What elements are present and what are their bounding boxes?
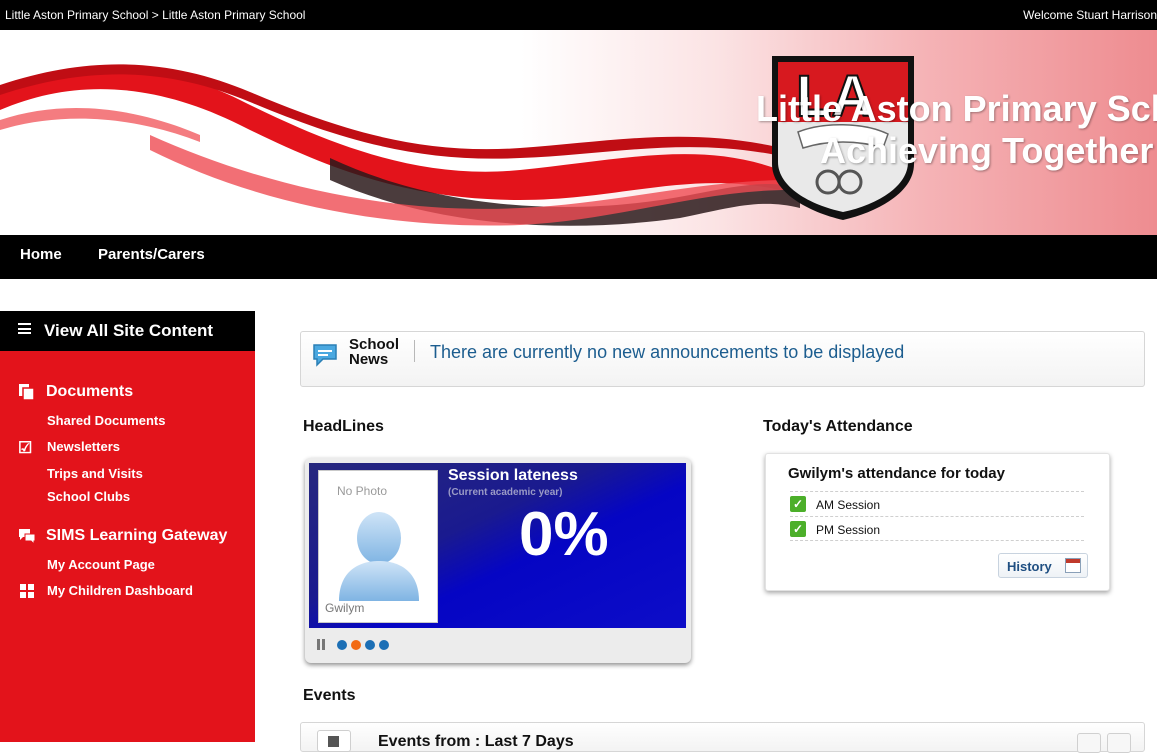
sidebar-section-documents[interactable]: Documents xyxy=(46,383,133,401)
school-news-label: School xyxy=(349,336,400,353)
pause-icon[interactable] xyxy=(317,639,325,650)
news-message: There are currently no new announcements… xyxy=(430,342,905,362)
attendance-row: ✓ AM Session xyxy=(790,491,1084,516)
dashboard-grid-icon xyxy=(20,584,34,598)
calendar-icon xyxy=(1065,558,1081,573)
sidebar-item-shared-documents[interactable]: Shared Documents xyxy=(47,413,165,428)
school-name: Little Aston Primary School xyxy=(756,88,1157,129)
headline-title: Session lateness xyxy=(448,467,578,484)
headline-panel[interactable]: No Photo Gwilym Session lateness (Curren… xyxy=(309,463,686,628)
divider xyxy=(414,340,415,362)
speech-bubble-icon xyxy=(313,344,337,367)
header-banner: LA Little Aston Primary School Achieving… xyxy=(0,30,1157,235)
hamburger-menu-icon xyxy=(18,323,31,334)
school-motto: Achieving Together xyxy=(820,130,1154,171)
carousel-dot-4[interactable] xyxy=(379,640,389,650)
events-title: Events from : Last 7 Days xyxy=(378,733,574,750)
top-bar: Little Aston Primary School > Little Ast… xyxy=(0,0,1157,30)
session-label: PM Session xyxy=(816,523,881,537)
documents-icon xyxy=(19,384,35,401)
sidebar: View All Site Content Documents Shared D… xyxy=(0,311,255,742)
nav-item-home[interactable]: Home xyxy=(20,246,62,263)
headline-carousel: No Photo Gwilym Session lateness (Curren… xyxy=(305,458,691,663)
events-heading: Events xyxy=(303,687,356,704)
attendance-card: Gwilym's attendance for today ✓ AM Sessi… xyxy=(765,453,1110,591)
chat-bubbles-icon xyxy=(19,529,36,545)
events-prev-button[interactable] xyxy=(1077,733,1101,753)
present-check-icon: ✓ xyxy=(790,521,806,537)
carousel-dot-2[interactable] xyxy=(351,640,361,650)
school-news-label-2: News xyxy=(349,351,389,368)
carousel-dot-1[interactable] xyxy=(337,640,347,650)
history-button[interactable]: History xyxy=(998,553,1088,578)
events-next-button[interactable] xyxy=(1107,733,1131,753)
sidebar-item-school-clubs[interactable]: School Clubs xyxy=(47,489,130,504)
sidebar-item-my-account-page[interactable]: My Account Page xyxy=(47,557,155,572)
events-view-icon[interactable] xyxy=(317,730,351,752)
events-bar: Events from : Last 7 Days xyxy=(300,722,1145,753)
no-photo-text: No Photo xyxy=(337,484,388,498)
person-silhouette-icon xyxy=(339,512,419,601)
sidebar-item-my-children-dashboard[interactable]: My Children Dashboard xyxy=(47,583,193,598)
headlines-heading: HeadLines xyxy=(303,418,384,435)
nav-item-parents-carers[interactable]: Parents/Carers xyxy=(98,246,205,263)
sidebar-section-sims-learning-gateway[interactable]: SIMS Learning Gateway xyxy=(46,527,227,545)
headline-subtitle: (Current academic year) xyxy=(448,487,563,498)
headline-value: 0% xyxy=(519,500,609,569)
attendance-title: Gwilym's attendance for today xyxy=(788,465,1005,482)
breadcrumb[interactable]: Little Aston Primary School > Little Ast… xyxy=(5,8,305,22)
main-nav: Home Parents/Carers xyxy=(0,235,1157,279)
sidebar-item-trips-and-visits[interactable]: Trips and Visits xyxy=(47,466,143,481)
carousel-dot-3[interactable] xyxy=(365,640,375,650)
attendance-row: ✓ PM Session xyxy=(790,516,1084,541)
sidebar-item-newsletters[interactable]: Newsletters xyxy=(47,439,120,454)
student-photo: No Photo Gwilym xyxy=(318,470,438,623)
welcome-user-text[interactable]: Welcome Stuart Harrison xyxy=(1023,8,1157,22)
checkmark-icon: ☑ xyxy=(18,440,33,457)
view-all-site-content-button[interactable]: View All Site Content xyxy=(0,311,255,351)
session-label: AM Session xyxy=(816,498,881,512)
student-name: Gwilym xyxy=(325,601,365,615)
present-check-icon: ✓ xyxy=(790,496,806,512)
attendance-heading: Today's Attendance xyxy=(763,418,913,435)
school-news-bar: School News There are currently no new a… xyxy=(300,331,1145,387)
